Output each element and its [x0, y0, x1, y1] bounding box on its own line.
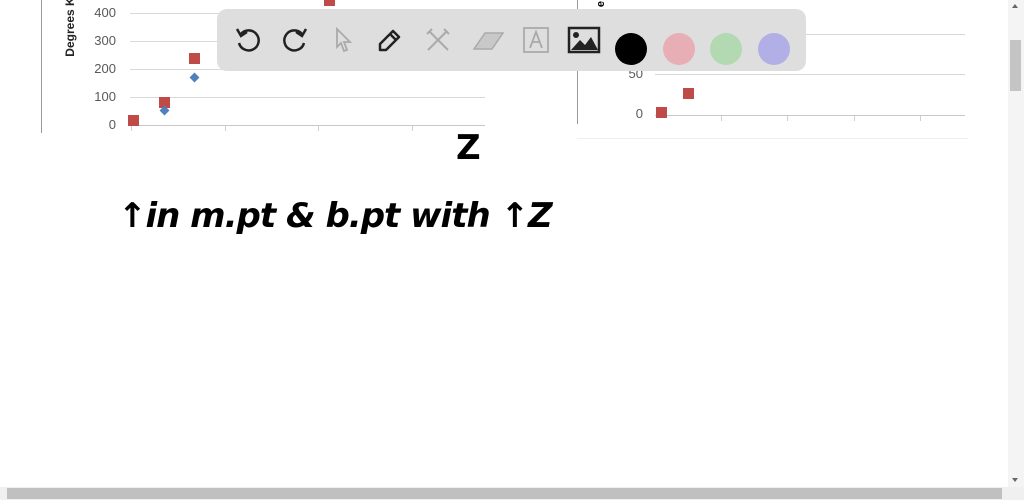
- undo-button[interactable]: [231, 23, 265, 57]
- y-tick: 300: [94, 33, 116, 48]
- boiling-point-marker: [189, 53, 200, 64]
- x-tick: [131, 126, 132, 131]
- vertical-scroll-thumb[interactable]: [1010, 40, 1021, 91]
- handwritten-note: ↑in m.pt & b.pt with ↑Z: [118, 196, 553, 236]
- vertical-scrollbar[interactable]: [1008, 0, 1024, 487]
- image-icon: [567, 26, 601, 54]
- scroll-down-arrow[interactable]: [1012, 478, 1018, 482]
- boiling-point-marker: [656, 107, 667, 118]
- gridline: [130, 97, 485, 98]
- horizontal-scroll-thumb[interactable]: [7, 488, 1002, 499]
- tools-icon: [426, 28, 450, 51]
- scroll-up-arrow[interactable]: [1012, 4, 1018, 8]
- y-tick: 0: [635, 106, 643, 121]
- select-button[interactable]: [326, 23, 360, 57]
- y-tick: 100: [94, 89, 116, 104]
- horizontal-scrollbar[interactable]: [0, 487, 1024, 500]
- boiling-point-marker: [683, 88, 694, 99]
- x-tick: [412, 126, 413, 131]
- text-icon: [523, 27, 549, 53]
- x-tick: [787, 116, 788, 121]
- redo-icon: [283, 28, 308, 52]
- y-tick: 200: [94, 61, 116, 76]
- boiling-point-marker: [128, 115, 139, 126]
- x-tick: [318, 126, 319, 131]
- y-tick: 400: [94, 5, 116, 20]
- boiling-point-marker: [324, 0, 335, 6]
- color-purple-swatch[interactable]: [758, 33, 790, 65]
- redo-button[interactable]: [278, 23, 312, 57]
- color-black-swatch[interactable]: [615, 33, 647, 65]
- color-green-swatch[interactable]: [710, 33, 742, 65]
- melting-point-marker: [189, 72, 200, 83]
- gridline: [655, 74, 965, 75]
- pen-icon: [378, 29, 401, 52]
- right-chart-y-label: e: [595, 0, 608, 8]
- undo-icon: [235, 28, 260, 52]
- color-pink-swatch[interactable]: [663, 33, 695, 65]
- y-tick: 0: [108, 117, 116, 132]
- cursor-icon: [336, 26, 353, 53]
- x-axis: [130, 125, 485, 126]
- image-button[interactable]: [567, 23, 601, 57]
- eraser-button[interactable]: [471, 23, 505, 57]
- left-chart-y-label: Degrees K: [63, 0, 77, 57]
- x-axis: [655, 115, 965, 116]
- handwritten-z: Z: [456, 128, 481, 168]
- chart-border: [577, 138, 968, 139]
- eraser-icon: [472, 32, 505, 50]
- drawing-toolbar: [217, 9, 806, 71]
- tools-button[interactable]: [421, 23, 455, 57]
- text-button[interactable]: [519, 23, 553, 57]
- x-tick: [225, 126, 226, 131]
- x-tick: [920, 116, 921, 121]
- x-tick: [721, 116, 722, 121]
- left-chart-axis-line: [41, 0, 42, 133]
- pen-button[interactable]: [373, 23, 407, 57]
- x-tick: [854, 116, 855, 121]
